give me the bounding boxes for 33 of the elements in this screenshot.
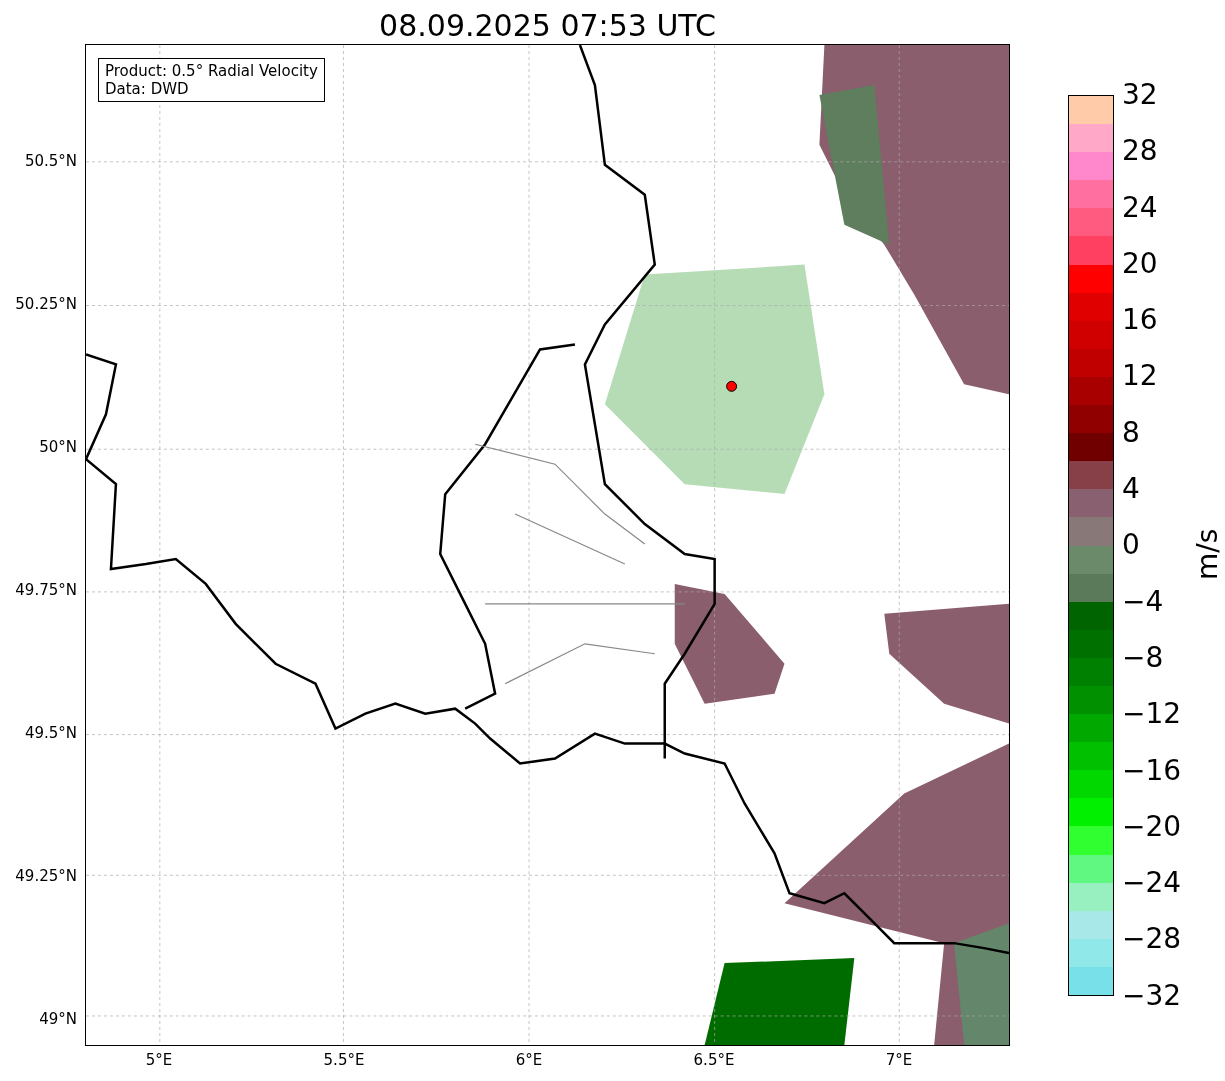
- colorbar-tick-label: −16: [1121, 752, 1182, 789]
- colorbar-tick-label: −4: [1121, 583, 1165, 620]
- latitude-label: 49°N: [39, 1009, 78, 1029]
- colorbar-tick-label: 12: [1121, 358, 1159, 395]
- colorbar-tick-label: 28: [1121, 133, 1159, 170]
- colorbar-tick-label: −28: [1121, 921, 1182, 958]
- longitude-label: 5.5°E: [322, 1050, 366, 1070]
- latitude-label: 50°N: [39, 437, 78, 457]
- latitude-label: 49.75°N: [15, 580, 78, 600]
- longitude-label: 6.5°E: [692, 1050, 736, 1070]
- longitude-label: 7°E: [884, 1050, 914, 1070]
- colorbar-tick-label: 32: [1121, 77, 1159, 113]
- colorbar-tick-label: −8: [1121, 639, 1165, 676]
- colorbar-tick-label: 24: [1121, 189, 1159, 226]
- info-text: Product: 0.5° Radial Velocity: [105, 62, 318, 80]
- latitude-label: 49.25°N: [15, 866, 78, 886]
- colorbar-tick-label: 20: [1121, 245, 1159, 282]
- colorbar-tick-label: 16: [1121, 302, 1159, 339]
- colorbar-tick-label: −12: [1121, 696, 1182, 733]
- colorbar-tick-label: −24: [1121, 865, 1182, 902]
- colorbar-tick-label: −20: [1121, 808, 1182, 845]
- longitude-label: 5°E: [144, 1050, 174, 1070]
- latitude-label: 49.5°N: [24, 723, 78, 743]
- colorbar-tick-label: 8: [1121, 414, 1141, 451]
- longitude-label: 6°E: [514, 1050, 544, 1070]
- latitude-label: 50.5°N: [24, 151, 78, 171]
- colorbar-tick-label: 0: [1121, 527, 1141, 564]
- colorbar-tick-label: −32: [1121, 977, 1182, 1014]
- info-text: Data: DWD: [105, 80, 190, 98]
- chart-title: 08.09.2025 07:53 UTC: [378, 7, 717, 44]
- latitude-label: 50.25°N: [15, 294, 78, 314]
- colorbar-tick-label: 4: [1121, 471, 1141, 508]
- unit-label: m/s: [1191, 527, 1225, 580]
